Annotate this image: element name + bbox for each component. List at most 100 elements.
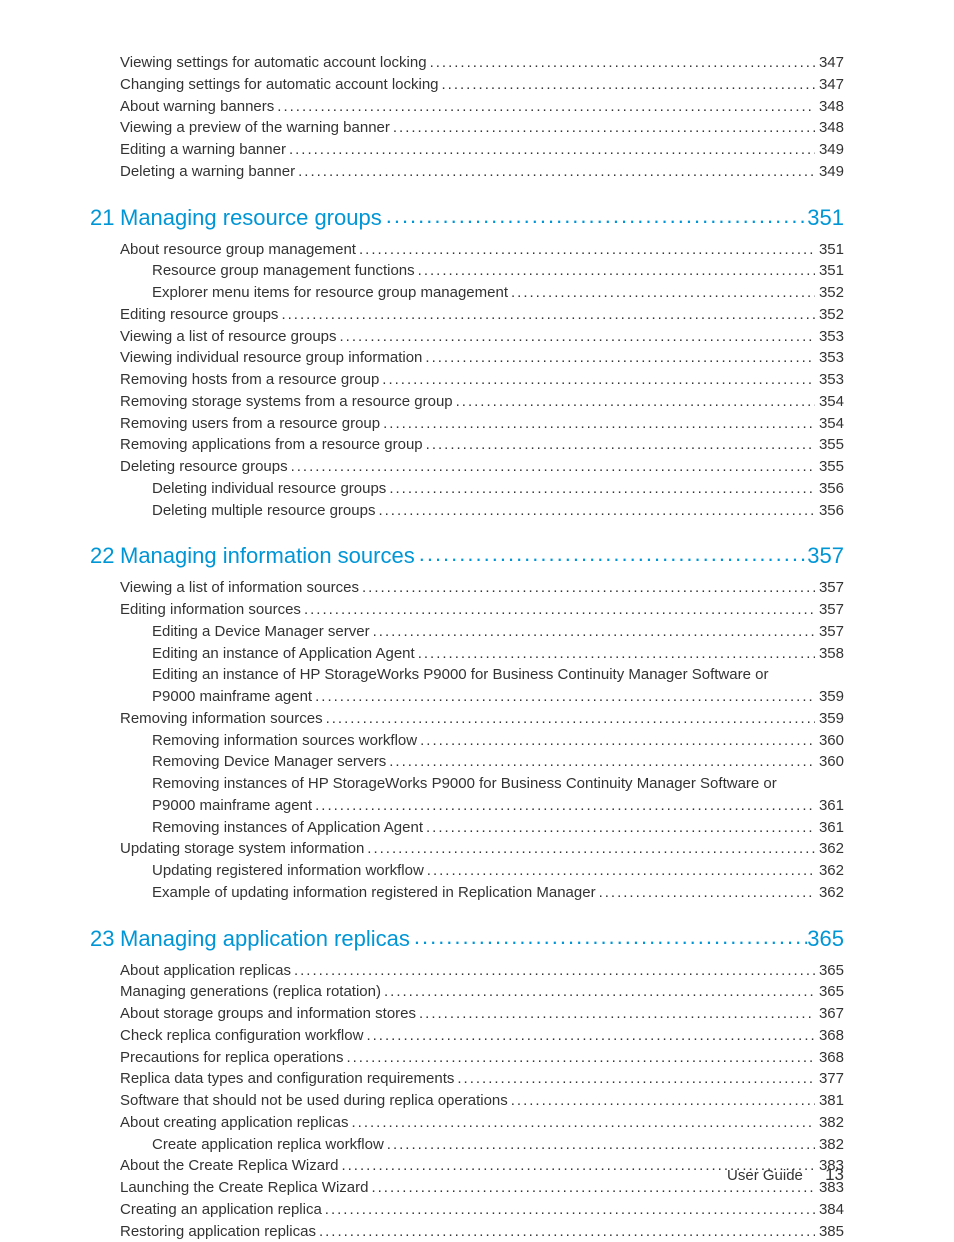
toc-entry[interactable]: Viewing settings for automatic account l… (90, 52, 844, 74)
toc-chapter[interactable]: 22Managing information sources 357 (90, 543, 844, 569)
toc-entry[interactable]: Removing hosts from a resource group 353 (90, 369, 844, 391)
toc-entry[interactable]: Deleting individual resource groups356 (90, 478, 844, 500)
toc-entry-page: 347 (815, 52, 844, 74)
toc-entry[interactable]: Removing instances of Application Agent3… (90, 817, 844, 839)
toc-entry[interactable]: Replica data types and configuration req… (90, 1068, 844, 1090)
toc-chapter-title: Managing information sources (120, 543, 415, 569)
toc-chapter[interactable]: 21Managing resource groups351 (90, 205, 844, 231)
toc-entry[interactable]: P9000 mainframe agent359 (90, 686, 844, 708)
toc-entry[interactable]: Removing information sources workflow360 (90, 730, 844, 752)
toc-entry-page: 360 (815, 730, 844, 752)
toc-entry[interactable]: Create application replica workflow382 (90, 1134, 844, 1156)
toc-entry[interactable]: About warning banners348 (90, 96, 844, 118)
toc-entry-page: 361 (815, 795, 844, 817)
toc-entry[interactable]: Removing users from a resource group354 (90, 413, 844, 435)
dot-leader (596, 882, 815, 904)
toc-entry-page: 385 (815, 1221, 844, 1242)
toc-chapter-page: 351 (807, 205, 844, 231)
dot-leader (415, 260, 815, 282)
dot-leader (415, 643, 815, 665)
toc-entry[interactable]: Removing Device Manager servers360 (90, 751, 844, 773)
toc-entry-page: 362 (815, 838, 844, 860)
dot-leader (386, 751, 815, 773)
dot-leader (453, 391, 815, 413)
toc-chapter-page: 357 (807, 543, 844, 569)
toc-entry-page: 349 (815, 139, 844, 161)
toc-entry-page: 357 (815, 577, 844, 599)
toc-entry[interactable]: Viewing a list of information sources 357 (90, 577, 844, 599)
toc-entry[interactable]: Updating storage system information362 (90, 838, 844, 860)
toc-entry[interactable]: Creating an application replica384 (90, 1199, 844, 1221)
dot-leader (288, 456, 815, 478)
toc-entry-title: Updating registered information workflow (152, 860, 424, 882)
toc-entry-page: 367 (815, 1003, 844, 1025)
toc-entry[interactable]: Removing instances of HP StorageWorks P9… (90, 773, 844, 795)
toc-entry[interactable]: Resource group management functions351 (90, 260, 844, 282)
toc-entry[interactable]: Editing an instance of Application Agent… (90, 643, 844, 665)
toc-entry[interactable]: Deleting a warning banner349 (90, 161, 844, 183)
toc-entry-title: Creating an application replica (120, 1199, 322, 1221)
dot-leader (422, 347, 815, 369)
toc-entry-page: 368 (815, 1047, 844, 1069)
toc-entry[interactable]: Removing applications from a resource gr… (90, 434, 844, 456)
toc-entry-title: Launching the Create Replica Wizard (120, 1177, 368, 1199)
toc-entry[interactable]: Deleting multiple resource groups356 (90, 500, 844, 522)
toc-entry[interactable]: Deleting resource groups355 (90, 456, 844, 478)
toc-entry-title: Viewing a list of information sources (120, 577, 359, 599)
toc-entry-page: 353 (815, 347, 844, 369)
toc-entry-title: About application replicas (120, 960, 291, 982)
toc-entry[interactable]: Check replica configuration workflow368 (90, 1025, 844, 1047)
toc-entry-page: 348 (815, 117, 844, 139)
toc-entry-title: Viewing a preview of the warning banner (120, 117, 390, 139)
toc-entry[interactable]: Editing a warning banner349 (90, 139, 844, 161)
toc-entry[interactable]: Updating registered information workflow… (90, 860, 844, 882)
toc-chapter-number: 22 (90, 543, 120, 569)
toc-entry[interactable]: Editing an instance of HP StorageWorks P… (90, 664, 844, 686)
toc-entry-title: Changing settings for automatic account … (120, 74, 439, 96)
toc-entry[interactable]: About storage groups and information sto… (90, 1003, 844, 1025)
toc-entry-title: Example of updating information register… (152, 882, 596, 904)
toc-entry[interactable]: P9000 mainframe agent361 (90, 795, 844, 817)
toc-entry-title: Removing users from a resource group (120, 413, 380, 435)
toc-entry-title: Deleting individual resource groups (152, 478, 386, 500)
dot-leader (274, 96, 815, 118)
toc-entry-title: About resource group management (120, 239, 356, 261)
toc-entry[interactable]: Managing generations (replica rotation)3… (90, 981, 844, 1003)
toc-entry-page: 353 (815, 369, 844, 391)
dot-leader (439, 74, 815, 96)
dot-leader (370, 621, 815, 643)
dot-leader (417, 730, 815, 752)
toc-entry[interactable]: Example of updating information register… (90, 882, 844, 904)
toc-entry[interactable]: About resource group management351 (90, 239, 844, 261)
toc-entry[interactable]: Changing settings for automatic account … (90, 74, 844, 96)
toc-entry[interactable]: Viewing individual resource group inform… (90, 347, 844, 369)
toc-entry[interactable]: Removing storage systems from a resource… (90, 391, 844, 413)
toc-entry[interactable]: Editing resource groups352 (90, 304, 844, 326)
toc-entry[interactable]: About creating application replicas382 (90, 1112, 844, 1134)
toc-entry-page: 353 (815, 326, 844, 348)
toc-entry[interactable]: Editing information sources357 (90, 599, 844, 621)
toc-entry[interactable]: About application replicas365 (90, 960, 844, 982)
toc-entry[interactable]: Viewing a list of resource groups353 (90, 326, 844, 348)
toc-entry[interactable]: Editing a Device Manager server357 (90, 621, 844, 643)
dot-leader (278, 304, 815, 326)
toc-entry-title: About the Create Replica Wizard (120, 1155, 338, 1177)
dot-leader (312, 795, 815, 817)
toc-entry-page: 360 (815, 751, 844, 773)
dot-leader (375, 500, 815, 522)
toc-entry-title: Removing applications from a resource gr… (120, 434, 423, 456)
dot-leader (343, 1047, 815, 1069)
dot-leader (423, 817, 815, 839)
toc-entry-page: 359 (815, 708, 844, 730)
dot-leader (390, 117, 815, 139)
toc-chapter[interactable]: 23Managing application replicas365 (90, 926, 844, 952)
toc-entry-title: Removing hosts from a resource group (120, 369, 379, 391)
dot-leader (416, 1003, 815, 1025)
toc-entry-title: Viewing individual resource group inform… (120, 347, 422, 369)
toc-entry[interactable]: Explorer menu items for resource group m… (90, 282, 844, 304)
toc-entry[interactable]: Restoring application replicas385 (90, 1221, 844, 1242)
toc-entry[interactable]: Viewing a preview of the warning banner 3… (90, 117, 844, 139)
toc-entry[interactable]: Removing information sources359 (90, 708, 844, 730)
toc-entry[interactable]: Software that should not be used during … (90, 1090, 844, 1112)
toc-entry[interactable]: Precautions for replica operations368 (90, 1047, 844, 1069)
